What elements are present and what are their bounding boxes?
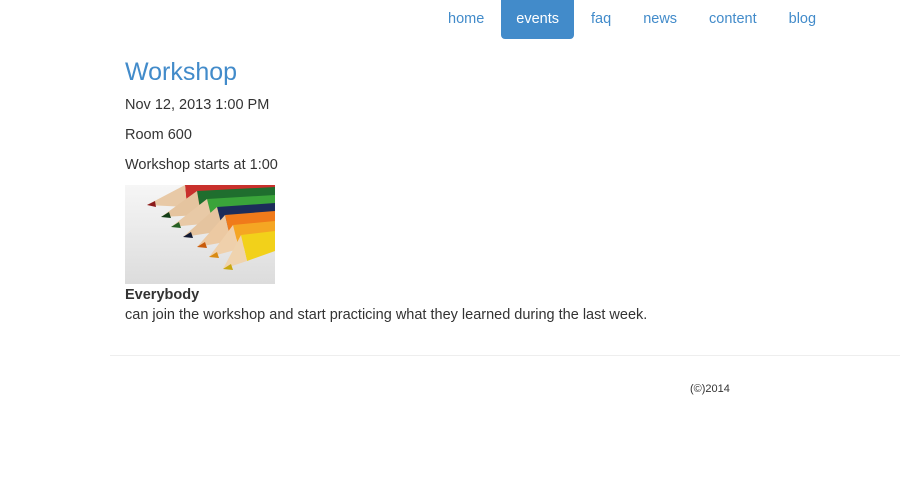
footer-copyright: (©)2014 — [690, 383, 730, 395]
nav-news[interactable]: news — [628, 0, 692, 39]
top-navigation: home events faq news content blog — [433, 0, 831, 39]
event-detail: Workshop Nov 12, 2013 1:00 PM Room 600 W… — [125, 55, 825, 326]
nav-blog[interactable]: blog — [774, 0, 831, 39]
nav-content[interactable]: content — [694, 0, 772, 39]
event-title[interactable]: Workshop — [125, 55, 825, 89]
nav-events[interactable]: events — [501, 0, 575, 39]
colored-pencils-image — [125, 185, 275, 284]
footer-divider — [110, 355, 900, 356]
nav-faq[interactable]: faq — [576, 0, 626, 39]
event-start-note: Workshop starts at 1:00 — [125, 157, 278, 173]
colored-pencils-icon — [125, 185, 275, 284]
event-datetime: Nov 12, 2013 1:00 PM — [125, 97, 270, 113]
event-description: can join the workshop and start practici… — [125, 307, 648, 323]
event-audience: Everybody — [125, 287, 200, 303]
page: home events faq news content blog Worksh… — [0, 0, 900, 500]
event-location: Room 600 — [125, 127, 192, 143]
nav-home[interactable]: home — [433, 0, 499, 39]
